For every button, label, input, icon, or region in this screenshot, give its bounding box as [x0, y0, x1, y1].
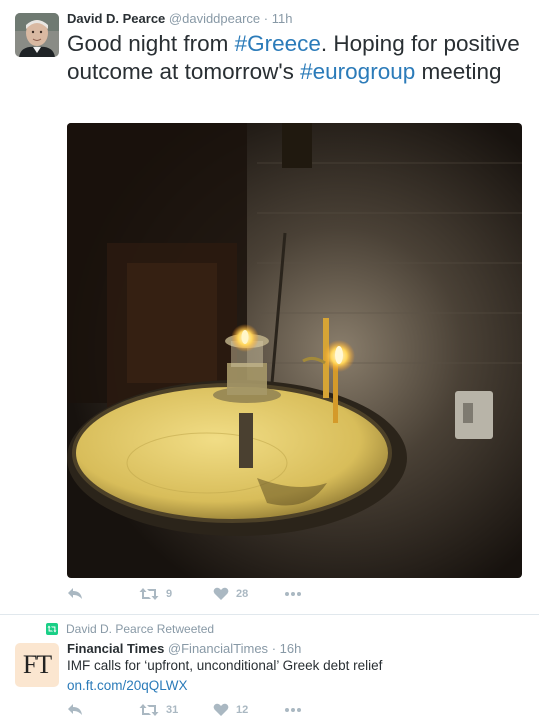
hashtag-eurogroup-link[interactable]: #eurogroup [300, 59, 415, 84]
retweet-icon [139, 704, 159, 716]
ft-logo-text: FT [22, 650, 52, 679]
retweet-icon [139, 588, 159, 600]
reply-icon [68, 704, 82, 715]
author-handle[interactable]: @daviddpearce [169, 11, 260, 26]
retweet-button[interactable]: 9 [139, 587, 172, 601]
tweet-text-part: meeting [415, 59, 502, 84]
reply-button[interactable] [67, 703, 83, 717]
avatar-image [15, 13, 59, 57]
timestamp[interactable]: 11h [272, 11, 293, 26]
retweet-count: 9 [166, 588, 173, 600]
timestamp[interactable]: 16h [280, 641, 302, 656]
tweet-actions: 9 28 [67, 587, 367, 607]
retweeted-by-label[interactable]: David D. Pearce Retweeted [66, 622, 214, 636]
more-icon [285, 708, 301, 712]
retweet-count: 31 [166, 704, 179, 716]
like-button[interactable]: 12 [213, 703, 248, 717]
author-name[interactable]: Financial Times [67, 641, 164, 656]
like-count: 28 [236, 588, 249, 600]
tweet-text-part: Good night from [67, 31, 235, 56]
more-icon [285, 592, 301, 596]
heart-icon [213, 703, 229, 716]
avatar[interactable] [15, 13, 59, 57]
reply-icon [68, 588, 82, 599]
retweeted-icon [46, 623, 58, 635]
avatar[interactable]: FT [15, 643, 59, 687]
like-button[interactable]: 28 [213, 587, 248, 601]
tweet-header: Financial Times @FinancialTimes · 16h [67, 641, 301, 656]
retweet-button[interactable]: 31 [139, 703, 178, 717]
heart-icon [213, 587, 229, 600]
hashtag-greece-link[interactable]: #Greece [235, 31, 321, 56]
more-button[interactable] [285, 587, 301, 601]
tweet-link[interactable]: on.ft.com/20qQLWX [67, 678, 188, 693]
reply-button[interactable] [67, 587, 83, 601]
separator-dot: · [263, 11, 269, 26]
retweet-context: David D. Pearce Retweeted [46, 622, 214, 636]
more-button[interactable] [285, 703, 301, 717]
tweet-photo[interactable] [67, 123, 522, 578]
author-handle[interactable]: @FinancialTimes [168, 641, 268, 656]
tweet-header: David D. Pearce @daviddpearce · 11h [67, 11, 293, 26]
author-name[interactable]: David D. Pearce [67, 11, 165, 26]
candle-stand-photo [67, 123, 522, 578]
separator-dot: · [271, 641, 277, 656]
tweet-text: Good night from #Greece. Hoping for posi… [67, 30, 527, 86]
like-count: 12 [236, 704, 249, 716]
tweet-text: IMF calls for ‘upfront, unconditional’ G… [67, 658, 383, 673]
tweet-actions: 31 12 [67, 703, 367, 723]
